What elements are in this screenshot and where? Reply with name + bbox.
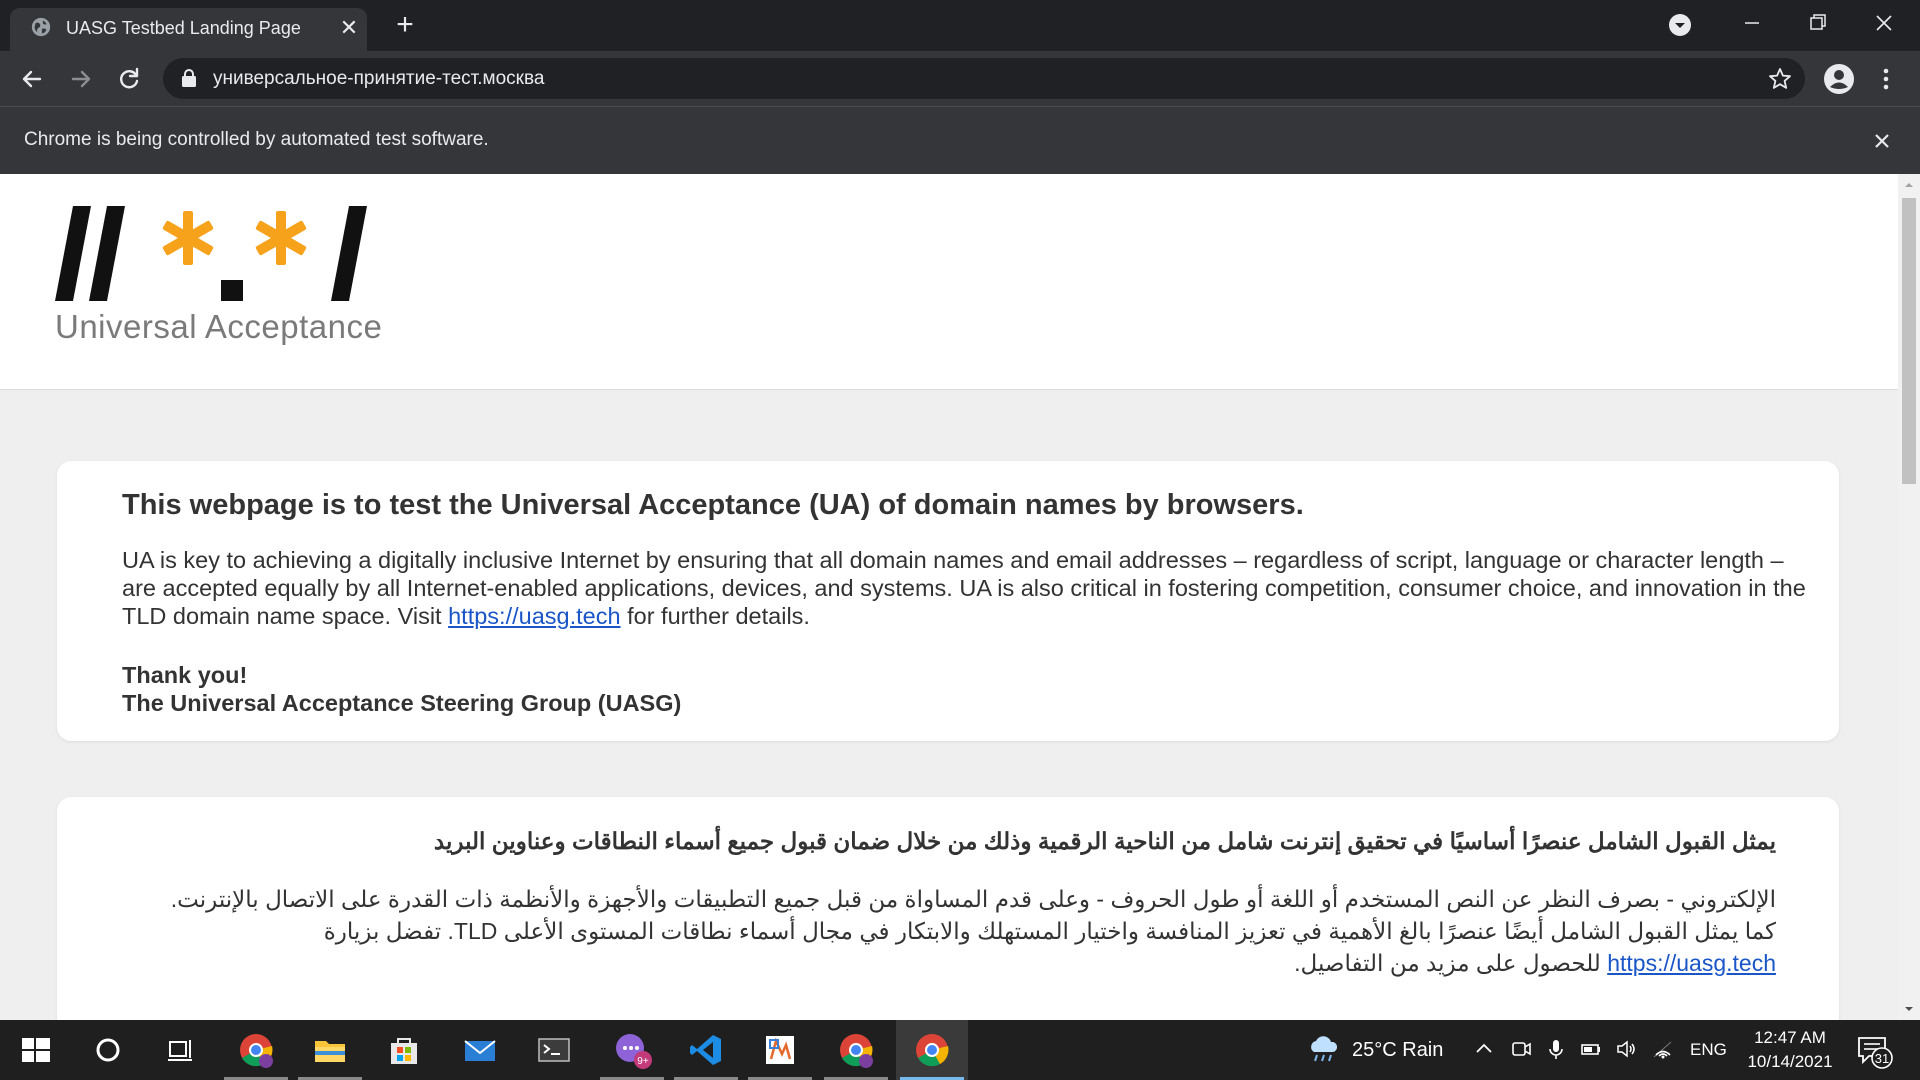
taskbar-store[interactable] bbox=[368, 1020, 440, 1080]
windows-taskbar: 9+ 25°C Rain ENG 12:47 AM 10/14/2021 31 bbox=[0, 1020, 1920, 1080]
taskbar-mail[interactable] bbox=[444, 1020, 516, 1080]
cortana-circle-icon bbox=[96, 1038, 120, 1062]
volume-icon[interactable] bbox=[1615, 1038, 1637, 1060]
chrome-icon bbox=[840, 1034, 873, 1068]
minimize-icon[interactable] bbox=[1734, 8, 1770, 38]
taskbar-chat-app[interactable]: 9+ bbox=[596, 1020, 668, 1080]
lock-icon[interactable] bbox=[181, 69, 197, 87]
taskbar-file-explorer[interactable] bbox=[294, 1020, 366, 1080]
thank-you-text: Thank you! bbox=[122, 662, 248, 688]
input-language[interactable]: ENG bbox=[1690, 1040, 1727, 1060]
chrome-icon bbox=[916, 1034, 949, 1067]
arabic-line-2: كما يمثل القبول الشامل أيضًا عنصرًا بالغ… bbox=[323, 918, 1776, 944]
arabic-message-card: يمثل القبول الشامل عنصرًا أساسيًا في تحق… bbox=[57, 797, 1839, 1020]
url-text[interactable]: универсальное-принятие-тест.москва bbox=[213, 67, 544, 91]
mail-icon bbox=[464, 1040, 496, 1061]
english-paragraph-text: UA is key to achieving a digitally inclu… bbox=[122, 547, 1806, 629]
battery-icon[interactable] bbox=[1580, 1038, 1602, 1060]
chevron-up-icon[interactable] bbox=[1473, 1038, 1495, 1060]
clock-time: 12:47 AM bbox=[1754, 1028, 1826, 1047]
globe-icon bbox=[31, 17, 51, 37]
universal-acceptance-logo: Universal Acceptance bbox=[55, 206, 382, 356]
uasg-link-arabic[interactable]: https://uasg.tech bbox=[1607, 950, 1776, 976]
notification-count: 31 bbox=[1875, 1051, 1889, 1066]
weather-text[interactable]: 25°C Rain bbox=[1352, 1039, 1443, 1062]
tab-search-icon[interactable] bbox=[1668, 13, 1692, 37]
infobar-message: Chrome is being controlled by automated … bbox=[24, 129, 489, 150]
arabic-line-3-text: للحصول على مزيد من التفاصيل. bbox=[1294, 950, 1608, 976]
arabic-paragraph: الإلكتروني - بصرف النظر عن النص المستخدم… bbox=[76, 883, 1776, 979]
kebab-menu-icon[interactable] bbox=[1874, 63, 1898, 95]
scrollbar-thumb[interactable] bbox=[1902, 198, 1916, 484]
chrome-icon bbox=[240, 1034, 273, 1068]
english-paragraph-tail: for further details. bbox=[620, 603, 810, 629]
notification-center-icon[interactable]: 31 bbox=[1855, 1034, 1895, 1070]
rain-cloud-icon[interactable] bbox=[1306, 1034, 1340, 1064]
scroll-up-arrow-icon[interactable] bbox=[1904, 180, 1914, 190]
taskbar-vscode[interactable] bbox=[670, 1020, 742, 1080]
taskbar-chrome-profile-app[interactable] bbox=[220, 1020, 292, 1080]
english-heading: This webpage is to test the Universal Ac… bbox=[122, 489, 1304, 521]
task-view-icon bbox=[168, 1040, 192, 1061]
close-tab-icon[interactable]: ✕ bbox=[336, 15, 362, 41]
scroll-down-arrow-icon[interactable] bbox=[1904, 1004, 1914, 1014]
microphone-icon[interactable] bbox=[1545, 1038, 1567, 1060]
browser-tab[interactable]: UASG Testbed Landing Page ✕ bbox=[10, 8, 367, 51]
browser-toolbar: универсальное-принятие-тест.москва bbox=[0, 51, 1920, 106]
new-tab-button[interactable]: + bbox=[390, 10, 420, 40]
design-app-icon bbox=[766, 1036, 794, 1064]
english-signature: Thank you! The Universal Acceptance Stee… bbox=[122, 661, 1122, 717]
search-button[interactable] bbox=[72, 1020, 144, 1080]
folder-icon bbox=[315, 1041, 345, 1062]
tab-title: UASG Testbed Landing Page bbox=[66, 18, 301, 38]
back-arrow-icon[interactable] bbox=[16, 63, 48, 95]
chat-bubble-icon: 9+ bbox=[616, 1034, 652, 1069]
windows-logo-icon bbox=[22, 1038, 50, 1062]
wifi-icon[interactable] bbox=[1652, 1038, 1674, 1060]
profile-icon[interactable] bbox=[1823, 63, 1855, 95]
store-bag-icon bbox=[391, 1038, 417, 1064]
english-paragraph: UA is key to achieving a digitally inclu… bbox=[122, 546, 1812, 630]
taskbar-chrome-profile-app-2[interactable] bbox=[820, 1020, 892, 1080]
automation-infobar: Chrome is being controlled by automated … bbox=[0, 106, 1920, 174]
taskbar-terminal[interactable] bbox=[518, 1020, 590, 1080]
vertical-scrollbar[interactable] bbox=[1898, 174, 1920, 1020]
meet-now-icon[interactable] bbox=[1510, 1038, 1532, 1060]
logo-wordmark: Universal Acceptance bbox=[55, 308, 383, 345]
site-header: Universal Acceptance bbox=[0, 174, 1898, 390]
task-view-button[interactable] bbox=[144, 1020, 216, 1080]
start-button[interactable] bbox=[0, 1020, 72, 1080]
window-close-icon[interactable] bbox=[1866, 8, 1902, 38]
vscode-icon bbox=[690, 1035, 721, 1065]
page-viewport: Universal Acceptance This webpage is to … bbox=[0, 174, 1898, 1020]
arabic-line-3: https://uasg.tech للحصول على مزيد من الت… bbox=[76, 947, 1776, 979]
taskbar-design-app[interactable] bbox=[744, 1020, 816, 1080]
uasg-link[interactable]: https://uasg.tech bbox=[448, 603, 620, 629]
system-clock[interactable]: 12:47 AM 10/14/2021 bbox=[1740, 1026, 1840, 1074]
signature-text: The Universal Acceptance Steering Group … bbox=[122, 690, 682, 716]
arabic-heading: يمثل القبول الشامل عنصرًا أساسيًا في تحق… bbox=[433, 828, 1776, 854]
tab-strip: UASG Testbed Landing Page ✕ + bbox=[0, 0, 1920, 51]
unread-badge: 9+ bbox=[637, 1056, 649, 1067]
forward-arrow-icon[interactable] bbox=[65, 63, 97, 95]
reload-icon[interactable] bbox=[113, 63, 145, 95]
english-message-card: This webpage is to test the Universal Ac… bbox=[57, 461, 1839, 741]
address-bar[interactable]: универсальное-принятие-тест.москва bbox=[163, 58, 1805, 99]
taskbar-chrome-active[interactable] bbox=[896, 1020, 968, 1080]
clock-date: 10/14/2021 bbox=[1747, 1052, 1833, 1071]
bookmark-star-icon[interactable] bbox=[1767, 66, 1793, 92]
terminal-icon bbox=[538, 1038, 570, 1062]
arabic-line-1: الإلكتروني - بصرف النظر عن النص المستخدم… bbox=[170, 886, 1776, 912]
restore-icon[interactable] bbox=[1800, 8, 1836, 38]
ua-logo-mark-icon bbox=[55, 206, 367, 301]
close-icon[interactable] bbox=[1868, 127, 1896, 155]
